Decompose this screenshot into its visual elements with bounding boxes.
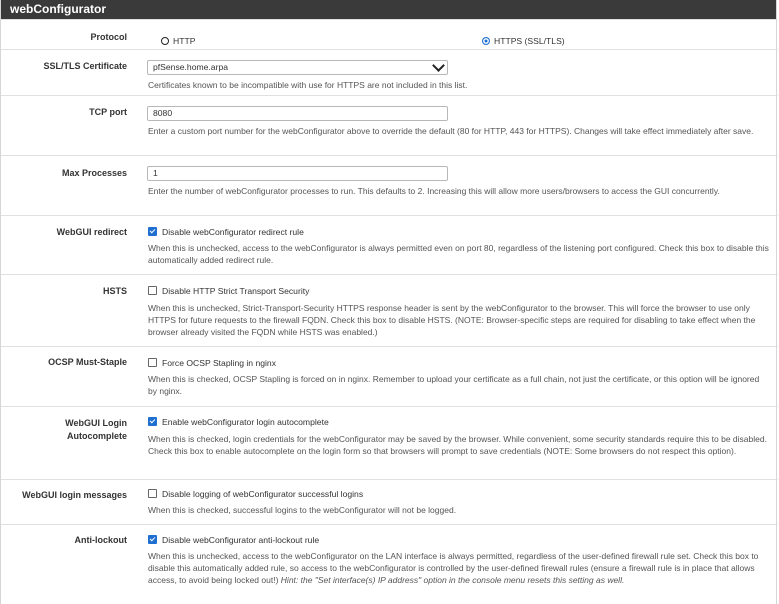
webgui-redirect-help: When this is unchecked, access to the we…: [148, 243, 769, 265]
hsts-option[interactable]: Disable HTTP Strict Transport Security: [148, 286, 770, 296]
hsts-checkbox-label: Disable HTTP Strict Transport Security: [162, 286, 310, 296]
login-autocomplete-label-line1: WebGUI Login: [65, 418, 127, 428]
ocsp-checkbox[interactable]: [148, 358, 157, 367]
webconfigurator-panel: webConfigurator Protocol HTTP HTTPS (SSL…: [0, 0, 778, 604]
login-messages-option[interactable]: Disable logging of webConfigurator succe…: [148, 489, 770, 499]
http-radio[interactable]: [161, 37, 169, 45]
tcp-port-label: TCP port: [89, 107, 127, 117]
anti-lockout-checkbox-label: Disable webConfigurator anti-lockout rul…: [162, 535, 320, 545]
max-processes-help: Enter the number of webConfigurator proc…: [148, 186, 720, 196]
login-messages-checkbox-label: Disable logging of webConfigurator succe…: [162, 489, 364, 499]
certificate-label: SSL/TLS Certificate: [43, 61, 127, 71]
anti-lockout-option[interactable]: Disable webConfigurator anti-lockout rul…: [148, 535, 770, 545]
https-radio-label: HTTPS (SSL/TLS): [494, 36, 565, 46]
panel-title: webConfigurator: [1, 0, 776, 19]
hsts-label: HSTS: [102, 286, 127, 296]
max-processes-input[interactable]: 1: [147, 166, 448, 181]
webgui-redirect-row: WebGUI redirect Disable webConfigurator …: [1, 215, 778, 274]
login-autocomplete-row: WebGUI Login Autocomplete Enable webConf…: [1, 406, 778, 479]
tcp-port-row: TCP port 8080 Enter a custom port number…: [1, 95, 778, 155]
anti-lockout-help: When this is unchecked, access to the we…: [148, 550, 770, 586]
tcp-port-help: Enter a custom port number for the webCo…: [148, 126, 754, 136]
https-radio[interactable]: [482, 37, 490, 45]
tcp-port-input[interactable]: 8080: [147, 106, 448, 121]
certificate-select[interactable]: pfSense.home.arpa: [147, 59, 448, 75]
hsts-row: HSTS Disable HTTP Strict Transport Secur…: [1, 274, 778, 346]
ocsp-option[interactable]: Force OCSP Stapling in nginx: [148, 358, 770, 368]
chevron-down-icon: [432, 59, 445, 72]
protocol-label: Protocol: [90, 32, 127, 42]
login-autocomplete-option[interactable]: Enable webConfigurator login autocomplet…: [148, 417, 770, 427]
hsts-checkbox[interactable]: [148, 286, 157, 295]
login-autocomplete-label: WebGUI Login Autocomplete: [1, 417, 127, 443]
login-messages-row: WebGUI login messages Disable logging of…: [1, 479, 778, 524]
max-processes-row: Max Processes 1 Enter the number of webC…: [1, 155, 778, 215]
protocol-http-option[interactable]: HTTP: [161, 31, 195, 49]
login-autocomplete-help: When this is checked, login credentials …: [148, 434, 767, 456]
anti-lockout-checkbox[interactable]: [148, 535, 157, 544]
max-processes-label: Max Processes: [61, 168, 127, 178]
hsts-help: When this is unchecked, Strict-Transport…: [148, 303, 756, 337]
ocsp-label: OCSP Must-Staple: [48, 357, 127, 367]
login-autocomplete-label-line2: Autocomplete: [66, 431, 127, 441]
protocol-row: Protocol HTTP HTTPS (SSL/TLS): [1, 19, 778, 49]
ocsp-row: OCSP Must-Staple Force OCSP Stapling in …: [1, 346, 778, 406]
webgui-redirect-checkbox[interactable]: [148, 227, 157, 236]
ocsp-help: When this is checked, OCSP Stapling is f…: [148, 374, 760, 396]
certificate-selected-value: pfSense.home.arpa: [153, 62, 229, 72]
webgui-redirect-label: WebGUI redirect: [56, 227, 127, 237]
http-radio-label: HTTP: [173, 36, 196, 46]
webgui-redirect-option[interactable]: Disable webConfigurator redirect rule: [148, 227, 770, 237]
login-messages-checkbox[interactable]: [148, 489, 157, 498]
login-messages-help: When this is checked, successful logins …: [148, 505, 457, 515]
certificate-row: SSL/TLS Certificate pfSense.home.arpa Ce…: [1, 49, 778, 95]
webgui-redirect-checkbox-label: Disable webConfigurator redirect rule: [162, 227, 304, 237]
login-autocomplete-checkbox-label: Enable webConfigurator login autocomplet…: [162, 417, 329, 427]
anti-lockout-row: Anti-lockout Disable webConfigurator ant…: [1, 524, 778, 604]
ocsp-checkbox-label: Force OCSP Stapling in nginx: [162, 358, 277, 368]
certificate-help: Certificates known to be incompatible wi…: [148, 80, 468, 90]
login-autocomplete-checkbox[interactable]: [148, 417, 157, 426]
anti-lockout-help-hint: Hint: the "Set interface(s) IP address" …: [280, 575, 625, 585]
protocol-https-option[interactable]: HTTPS (SSL/TLS): [482, 31, 565, 49]
anti-lockout-label: Anti-lockout: [74, 535, 128, 545]
login-messages-label: WebGUI login messages: [22, 490, 127, 500]
